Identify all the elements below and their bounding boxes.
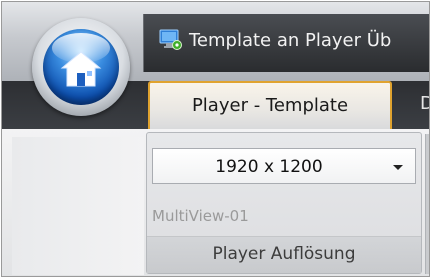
home-icon [60, 51, 102, 87]
application-menu-button[interactable] [32, 18, 130, 116]
group-label: Player Auflösung [212, 244, 356, 264]
group-footer: Player Auflösung [147, 236, 421, 273]
window-title: Template an Player Üb [189, 30, 392, 51]
app-window: Template an Player Üb Player - Template … [1, 1, 430, 277]
orb-inner [43, 29, 119, 105]
monitor-settings-icon [159, 29, 182, 50]
resolution-dropdown[interactable]: 1920 x 1200 [152, 148, 416, 184]
resolution-value: 1920 x 1200 [215, 157, 323, 177]
ribbon-left-area [12, 137, 144, 275]
multiview-label: MultiView-01 [152, 207, 249, 225]
ribbon-panel: 1920 x 1200 MultiView-01 Player Auflösun… [2, 129, 429, 276]
tab-label: Player - Template [191, 95, 349, 116]
chevron-down-icon [393, 165, 403, 170]
next-group-edge [425, 134, 429, 274]
tab-player-template[interactable]: Player - Template [148, 81, 392, 129]
window-title-tab: Template an Player Üb [143, 14, 429, 72]
player-resolution-group: 1920 x 1200 MultiView-01 Player Auflösun… [146, 132, 422, 274]
tab-next[interactable]: D [420, 93, 429, 114]
